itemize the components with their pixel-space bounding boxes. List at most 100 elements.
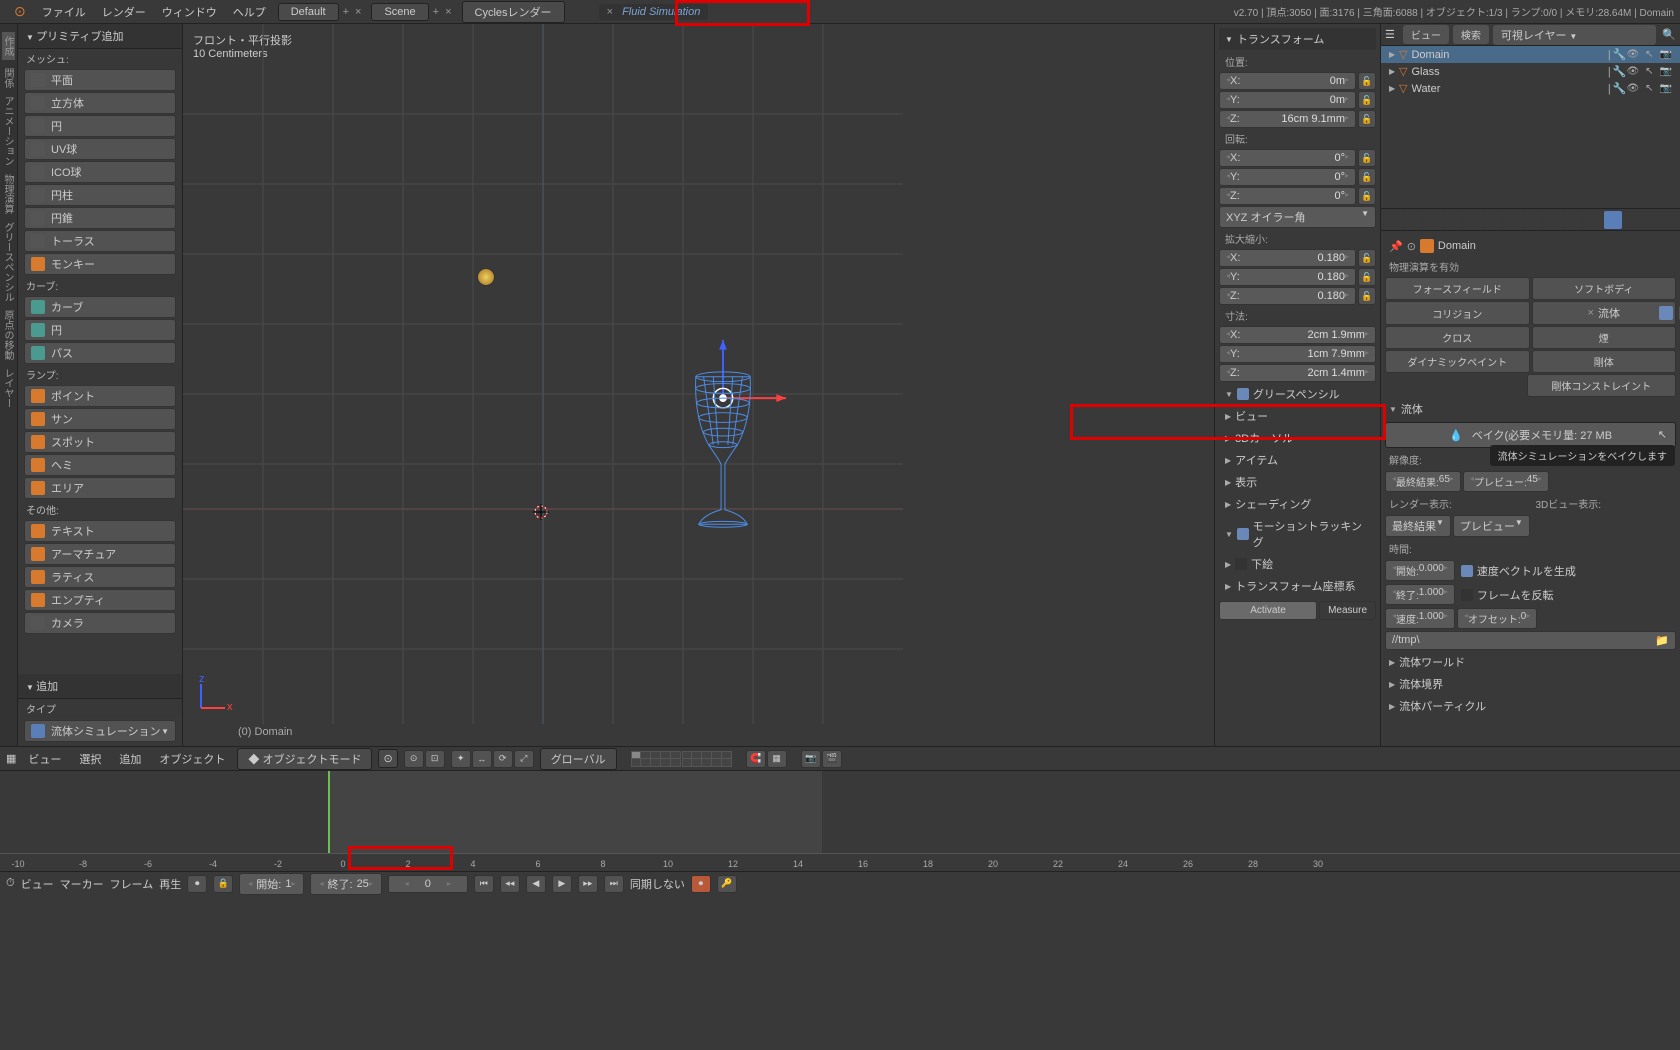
- add-text[interactable]: テキスト: [24, 520, 176, 542]
- add-cone[interactable]: 円錐: [24, 207, 176, 229]
- smoke-button[interactable]: 煙: [1532, 326, 1677, 349]
- scene-add-icon[interactable]: +: [433, 6, 439, 18]
- add-uvsphere[interactable]: UV球: [24, 138, 176, 160]
- rot-x[interactable]: ◂X:0°▸: [1219, 149, 1356, 167]
- add-armature[interactable]: アーマチュア: [24, 543, 176, 565]
- layout-add-icon[interactable]: +: [343, 6, 349, 18]
- add-cylinder[interactable]: 円柱: [24, 184, 176, 206]
- tab-physics[interactable]: [1604, 211, 1622, 229]
- modifier-icon[interactable]: 🔧: [1613, 65, 1627, 78]
- lock-icon[interactable]: 🔓: [1358, 110, 1376, 128]
- render-toggle-icon[interactable]: [1659, 306, 1673, 320]
- blender-icon[interactable]: ⊙: [6, 3, 34, 20]
- preview-res[interactable]: ◂プレビュー:45▸: [1463, 471, 1549, 492]
- add-curve[interactable]: カーブ: [24, 296, 176, 318]
- add-plane[interactable]: 平面: [24, 69, 176, 91]
- eye-icon[interactable]: 👁: [1626, 49, 1639, 60]
- layer-dropdown[interactable]: 可視レイヤー ▼: [1493, 25, 1656, 45]
- add-menu[interactable]: 追加: [113, 749, 147, 769]
- fluid-world[interactable]: 流体ワールド: [1385, 651, 1676, 673]
- add-circle[interactable]: 円: [24, 115, 176, 137]
- menu-file[interactable]: ファイル: [34, 4, 94, 20]
- prev-key-icon[interactable]: ◂◂: [500, 875, 520, 893]
- shading-section[interactable]: シェーディング: [1219, 493, 1376, 515]
- end-frame[interactable]: ◂終了:25▸: [310, 873, 381, 895]
- gen-velocity-check[interactable]: 速度ベクトルを生成: [1457, 559, 1676, 582]
- fluid-particles[interactable]: 流体パーティクル: [1385, 695, 1676, 717]
- tab-material[interactable]: [1544, 211, 1562, 229]
- 3d-viewport[interactable]: フロント・平行投影 10 Centimeters: [183, 24, 1214, 746]
- add-lattice[interactable]: ラティス: [24, 566, 176, 588]
- cursor-icon[interactable]: ↖: [1645, 49, 1653, 60]
- renderer-dropdown[interactable]: Cyclesレンダー: [462, 1, 565, 23]
- lock-icon[interactable]: 🔓: [1358, 72, 1376, 90]
- add-cube[interactable]: 立方体: [24, 92, 176, 114]
- tab-render[interactable]: [1384, 211, 1402, 229]
- menu-window[interactable]: ウィンドウ: [154, 4, 225, 20]
- tab-anim[interactable]: アニメーション: [2, 96, 15, 166]
- dim-y[interactable]: ◂Y:1cm 7.9mm▸: [1219, 345, 1376, 363]
- gp-section[interactable]: グリースペンシル: [1219, 383, 1376, 405]
- view-menu[interactable]: ビュー: [22, 749, 67, 769]
- reverse-frames-check[interactable]: フレームを反転: [1457, 583, 1676, 606]
- dynpaint-button[interactable]: ダイナミックペイント: [1385, 350, 1530, 373]
- cloth-button[interactable]: クロス: [1385, 326, 1530, 349]
- tab-create[interactable]: 作成: [2, 32, 15, 60]
- checkbox-icon[interactable]: [1237, 388, 1249, 400]
- search-menu[interactable]: 検索: [1453, 25, 1489, 44]
- glass-object[interactable]: [683, 369, 763, 534]
- scene-close-icon[interactable]: ×: [445, 6, 451, 18]
- lamp-object[interactable]: [477, 268, 495, 286]
- add-icosphere[interactable]: ICO球: [24, 161, 176, 183]
- mode-dropdown[interactable]: ◆ オブジェクトモード: [237, 748, 372, 770]
- item-section[interactable]: アイテム: [1219, 449, 1376, 471]
- checkbox-icon[interactable]: [1235, 558, 1247, 570]
- keying-icon[interactable]: 🔑: [717, 875, 737, 893]
- scale-x[interactable]: ◂X:0.180▸: [1219, 249, 1356, 267]
- lock-icon[interactable]: 🔓: [1358, 149, 1376, 167]
- camera-render-icon[interactable]: 📷: [1660, 49, 1672, 60]
- tab-constraints[interactable]: [1484, 211, 1502, 229]
- loc-x[interactable]: ◂X:0m▸: [1219, 72, 1356, 90]
- softbody-button[interactable]: ソフトボディ: [1532, 277, 1677, 300]
- scale-y[interactable]: ◂Y:0.180▸: [1219, 268, 1356, 286]
- object-menu[interactable]: オブジェクト: [153, 749, 231, 769]
- start-frame[interactable]: ◂開始:1▸: [239, 873, 304, 895]
- add-spot[interactable]: スポット: [24, 431, 176, 453]
- layer-buttons[interactable]: [631, 751, 732, 767]
- filter-icon[interactable]: 🔍: [1662, 28, 1676, 41]
- outliner-item-water[interactable]: ▶ ▽ Water |🔧 👁↖📷: [1381, 80, 1680, 97]
- playhead[interactable]: [328, 771, 330, 853]
- display-section[interactable]: 表示: [1219, 471, 1376, 493]
- lock-icon[interactable]: 🔓: [1358, 249, 1376, 267]
- forcefield-button[interactable]: フォースフィールド: [1385, 277, 1530, 300]
- modifier-icon[interactable]: 🔧: [1613, 48, 1627, 61]
- manipulator-buttons[interactable]: ✦↔⟳⤢: [451, 750, 534, 768]
- dim-z[interactable]: ◂Z:2cm 1.4mm▸: [1219, 364, 1376, 382]
- job-close-icon[interactable]: ×: [607, 6, 613, 18]
- fluid-button[interactable]: ×流体: [1532, 301, 1677, 325]
- bgimg-section[interactable]: 下絵: [1219, 553, 1376, 575]
- render-buttons[interactable]: 📷🎬: [801, 750, 842, 768]
- tab-scene[interactable]: [1424, 211, 1442, 229]
- shading-dropdown[interactable]: ⊙: [378, 749, 397, 768]
- view-display-dd[interactable]: プレビュー▼: [1453, 515, 1530, 537]
- scale-z[interactable]: ◂Z:0.180▸: [1219, 287, 1356, 305]
- snap-buttons[interactable]: 🧲▦: [746, 750, 787, 768]
- editor-type-icon[interactable]: ⏱: [6, 877, 15, 890]
- rbconstraint-button[interactable]: 剛体コンストレイント: [1527, 374, 1677, 397]
- checkbox-icon[interactable]: [1237, 528, 1249, 540]
- tab-gp[interactable]: グリースペンシル: [2, 222, 15, 302]
- timeline-canvas[interactable]: -10-8-6-4-2024681012141618202224262830: [0, 771, 1680, 871]
- fluid-panel-header[interactable]: 流体: [1385, 398, 1676, 420]
- tab-modifiers[interactable]: [1504, 211, 1522, 229]
- lock-icon[interactable]: 🔓: [1358, 91, 1376, 109]
- rigidbody-button[interactable]: 剛体: [1532, 350, 1677, 373]
- lock-icon[interactable]: 🔓: [1358, 187, 1376, 205]
- eye-icon[interactable]: 👁: [1626, 83, 1639, 94]
- menu-render[interactable]: レンダー: [94, 4, 154, 20]
- tab-data[interactable]: [1524, 211, 1542, 229]
- outliner-item-domain[interactable]: ▶ ▽ Domain |🔧 👁↖📷: [1381, 46, 1680, 63]
- play-icon[interactable]: ▶: [552, 875, 572, 893]
- layout-dropdown[interactable]: Default: [278, 3, 339, 21]
